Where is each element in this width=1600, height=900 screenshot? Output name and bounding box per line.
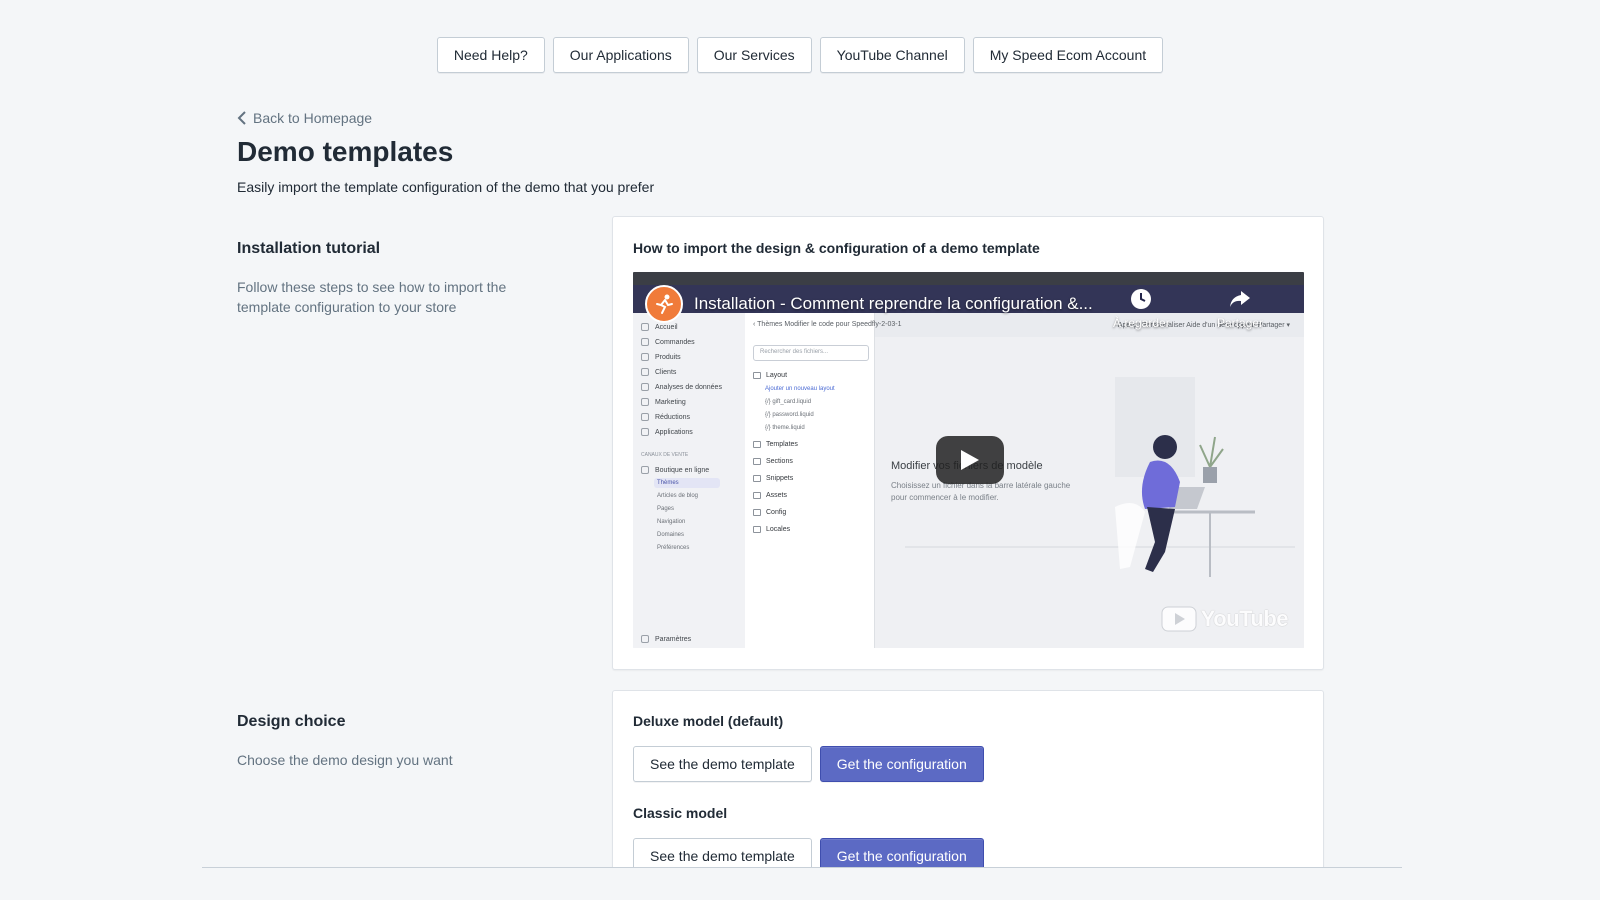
runner-icon bbox=[656, 294, 673, 314]
our-applications-button[interactable]: Our Applications bbox=[552, 37, 689, 73]
tutorial-card: How to import the design & configuration… bbox=[612, 216, 1324, 670]
video-title[interactable]: Installation - Comment reprendre la conf… bbox=[694, 294, 1093, 314]
deluxe-get-config-button[interactable]: Get the configuration bbox=[819, 746, 984, 782]
video-breadcrumb: ‹ Thèmes Modifier le code pour Speedfly-… bbox=[753, 321, 902, 328]
play-button[interactable] bbox=[936, 436, 1004, 484]
back-link-label: Back to Homepage bbox=[253, 110, 373, 126]
need-help-button[interactable]: Need Help? bbox=[436, 37, 545, 73]
classic-model-label: Classic model bbox=[633, 805, 728, 821]
channel-logo[interactable] bbox=[645, 285, 683, 323]
design-section-description: Choose the demo design you want bbox=[237, 752, 453, 768]
video-admin-sidebar: Accueil Commandes Produits Clients Analy… bbox=[633, 313, 745, 648]
page-title: Demo templates bbox=[237, 136, 454, 167]
play-icon bbox=[961, 450, 979, 470]
deluxe-see-demo-button[interactable]: See the demo template bbox=[633, 746, 812, 782]
account-button[interactable]: My Speed Ecom Account bbox=[972, 37, 1164, 73]
youtube-video-embed[interactable]: Accueil Commandes Produits Clients Analy… bbox=[633, 272, 1304, 648]
clock-icon bbox=[1131, 289, 1152, 309]
youtube-logo-icon bbox=[1161, 606, 1197, 632]
youtube-watermark[interactable]: YouTube bbox=[1161, 606, 1289, 632]
watch-later-button[interactable]: À regarder bbox=[1113, 288, 1170, 330]
chevron-left-icon bbox=[237, 111, 246, 125]
youtube-wordmark: YouTube bbox=[1200, 606, 1289, 631]
design-section-title: Design choice bbox=[237, 713, 346, 730]
deluxe-model-label: Deluxe model (default) bbox=[633, 713, 784, 729]
top-navigation: Need Help? Our Applications Our Services… bbox=[0, 37, 1600, 73]
deluxe-model-actions: See the demo template Get the configurat… bbox=[633, 746, 984, 782]
video-browser-bar bbox=[633, 272, 1304, 285]
share-arrow-icon bbox=[1230, 291, 1251, 307]
video-file-tree: Rechercher des fichiers... Layout Ajoute… bbox=[745, 313, 875, 648]
share-button[interactable]: Partager bbox=[1217, 288, 1263, 330]
back-to-homepage-link[interactable]: Back to Homepage bbox=[237, 110, 372, 126]
bottom-mask bbox=[0, 868, 1600, 900]
page-subtitle: Easily import the template configuration… bbox=[237, 179, 655, 195]
tutorial-section-title: Installation tutorial bbox=[237, 240, 381, 257]
tutorial-section-description: Follow these steps to see how to import … bbox=[237, 279, 507, 315]
our-services-button[interactable]: Our Services bbox=[696, 37, 812, 73]
tutorial-card-title: How to import the design & configuration… bbox=[633, 240, 1040, 256]
youtube-channel-button[interactable]: YouTube Channel bbox=[819, 37, 965, 73]
